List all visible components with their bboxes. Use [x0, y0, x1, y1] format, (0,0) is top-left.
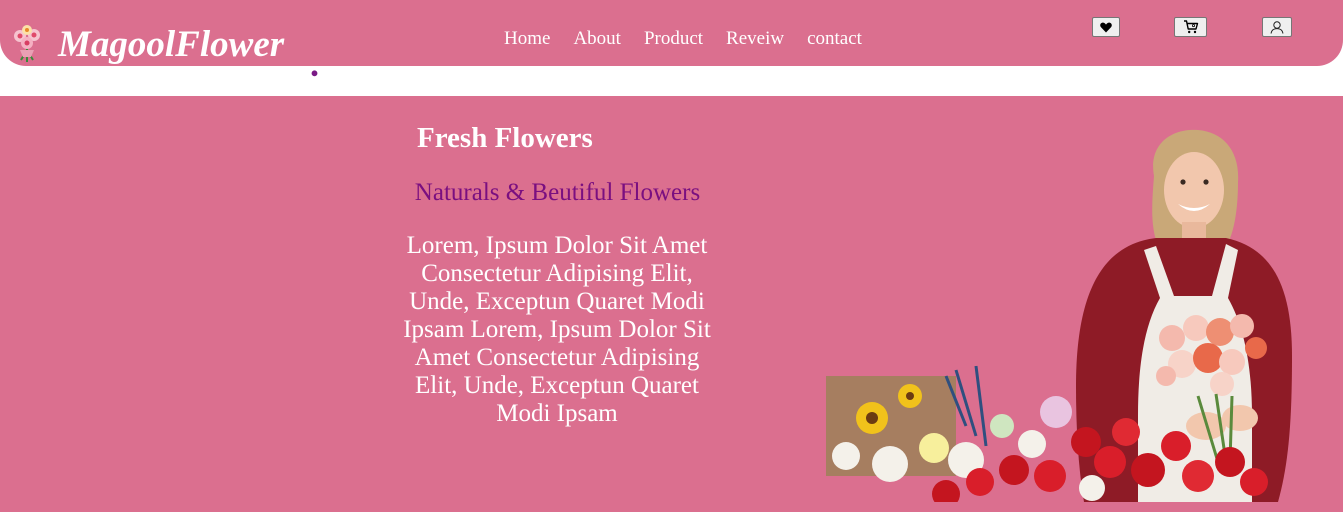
- heart-icon: [1100, 22, 1112, 32]
- nav-contact-link[interactable]: contact: [807, 28, 862, 50]
- hero-section: Fresh Flowers Naturals & Beutiful Flower…: [0, 96, 1343, 512]
- nav-home-link[interactable]: Home: [504, 28, 550, 50]
- hero-title: Fresh Flowers: [417, 122, 593, 154]
- logo-text[interactable]: MagoolFlower: [58, 26, 284, 63]
- nav-product-link[interactable]: Product: [644, 28, 703, 50]
- favorites-button[interactable]: [1092, 17, 1120, 37]
- hero-description: Lorem, Ipsum Dolor Sit Amet Consectetur …: [403, 232, 711, 427]
- florist-with-flowers-image: [826, 129, 1292, 502]
- cart-icon: [1183, 20, 1198, 34]
- user-icon: [1270, 20, 1284, 34]
- nav-review-link[interactable]: Reveiw: [726, 28, 784, 50]
- logo-dot: .: [310, 44, 319, 84]
- hero-subtitle: Naturals & Beutiful Flowers: [414, 179, 701, 206]
- navbar: MagoolFlower . Home About Product Reveiw…: [0, 0, 1343, 82]
- flower-bouquet-logo-icon: [14, 25, 40, 62]
- nav-about-link[interactable]: About: [573, 28, 621, 50]
- main-nav: Home About Product Reveiw contact: [504, 28, 885, 50]
- user-button[interactable]: [1262, 17, 1292, 37]
- cart-button[interactable]: [1174, 17, 1207, 37]
